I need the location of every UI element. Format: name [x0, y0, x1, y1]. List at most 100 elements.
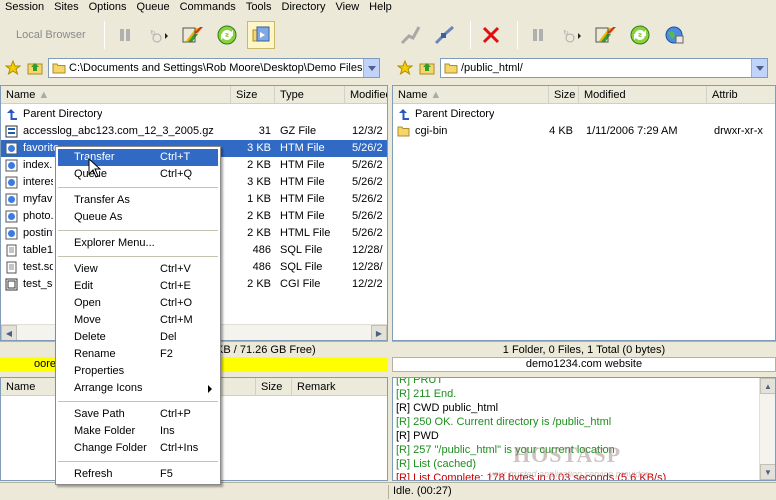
table-row[interactable]: cgi-bin 4 KB 1/11/2006 7:29 AM drwxr-xr-… — [393, 123, 775, 140]
scroll-left-icon[interactable]: ◀ — [1, 325, 17, 340]
log-vertical-scrollbar[interactable]: ▲ ▼ — [759, 378, 775, 480]
menu-item-transfer[interactable]: Transfer Ctrl+T — [58, 149, 218, 166]
svg-text:↻: ↻ — [150, 29, 156, 37]
folder-icon — [397, 126, 410, 137]
pause-icon[interactable] — [111, 21, 139, 49]
html-file-icon — [5, 176, 18, 189]
menu-item-open[interactable]: Open Ctrl+O — [58, 295, 218, 312]
menu-view[interactable]: View — [331, 0, 365, 14]
column-size[interactable]: Size — [549, 86, 579, 104]
text-file-icon — [6, 244, 17, 257]
menu-item-transfer-as[interactable]: Transfer As — [58, 192, 218, 209]
globe-icon[interactable] — [660, 21, 688, 49]
menu-queue[interactable]: Queue — [132, 0, 175, 14]
right-path-text: /public_html/ — [461, 62, 523, 74]
left-path-row: C:\Documents and Settings\Rob Moore\Desk… — [0, 56, 388, 80]
refresh-icon[interactable] — [213, 21, 241, 49]
menu-help[interactable]: Help — [364, 0, 397, 14]
scroll-up-icon[interactable]: ▲ — [760, 378, 775, 394]
watermark: HOSTASP — [513, 442, 622, 467]
queue-column-size[interactable]: Size — [256, 378, 292, 396]
menu-item-arrange-icons[interactable]: Arrange Icons — [58, 380, 218, 397]
favorites-star-icon[interactable] — [4, 59, 22, 77]
archive-file-icon — [5, 125, 18, 138]
folder-sync-icon[interactable] — [246, 20, 275, 49]
column-name[interactable]: Name ▲ — [393, 86, 549, 104]
script-file-icon — [5, 278, 18, 291]
table-row[interactable]: Parent Directory — [1, 106, 387, 123]
column-name[interactable]: Name ▲ — [1, 86, 231, 104]
menu-separator — [58, 230, 218, 231]
menu-item-make-folder[interactable]: Make Folder Ins — [58, 423, 218, 440]
refresh-icon[interactable] — [626, 21, 654, 49]
menu-item-properties[interactable]: Properties — [58, 363, 218, 380]
menu-separator — [58, 256, 218, 257]
scroll-down-icon[interactable]: ▼ — [760, 464, 775, 480]
menu-item-explorer-menu[interactable]: Explorer Menu... — [58, 235, 218, 252]
html-file-icon — [5, 227, 18, 240]
log-pane[interactable]: [R] PRUT [R] 211 End. [R] CWD public_htm… — [392, 377, 776, 481]
transfer-colors-icon[interactable] — [592, 21, 620, 49]
favorites-star-icon[interactable] — [396, 59, 414, 77]
parent-directory-icon — [7, 109, 17, 120]
menu-separator — [58, 187, 218, 188]
menu-tools[interactable]: Tools — [241, 0, 277, 14]
table-row[interactable]: Parent Directory — [393, 106, 775, 123]
menu-item-move[interactable]: Move Ctrl+M — [58, 312, 218, 329]
menu-sites[interactable]: Sites — [49, 0, 83, 14]
column-modified[interactable]: Modified — [579, 86, 707, 104]
left-list-header: Name ▲ Size Type Modified — [1, 86, 387, 104]
menu-item-refresh[interactable]: Refresh F5 — [58, 466, 218, 483]
context-menu: Transfer Ctrl+T Queue Ctrl+Q Transfer As Q… — [55, 146, 221, 485]
abort-icon[interactable] — [477, 21, 505, 49]
right-file-list[interactable]: Name ▲ Size Modified Attrib Parent Direc… — [392, 85, 776, 341]
table-row[interactable]: accesslog_abc123.com_12_3_2005.gz 31 GZ … — [1, 123, 387, 140]
menu-item-save-path[interactable]: Save Path Ctrl+P — [58, 406, 218, 423]
svg-text:↻: ↻ — [563, 29, 569, 37]
transfer-colors-icon[interactable] — [179, 21, 207, 49]
menu-bar: Session Sites Options Queue Commands Too… — [0, 0, 776, 14]
menu-item-queue-as[interactable]: Queue As — [58, 209, 218, 226]
menu-item-edit[interactable]: Edit Ctrl+E — [58, 278, 218, 295]
menu-item-delete[interactable]: Delete Del — [58, 329, 218, 346]
menu-commands[interactable]: Commands — [175, 0, 241, 14]
local-browser-button[interactable]: Local Browser — [0, 29, 98, 41]
skip-icon[interactable]: ↻ — [558, 21, 586, 49]
queue-column-remark[interactable]: Remark — [292, 378, 387, 396]
html-file-icon — [5, 210, 18, 223]
menu-item-rename[interactable]: Rename F2 — [58, 346, 218, 363]
left-path-combo[interactable]: C:\Documents and Settings\Rob Moore\Desk… — [48, 58, 380, 78]
menu-item-view[interactable]: View Ctrl+V — [58, 261, 218, 278]
folder-icon — [52, 63, 66, 74]
skip-icon[interactable]: ↻ — [145, 21, 173, 49]
watermark-subtitle: your trusted application service provide… — [489, 469, 649, 479]
right-site-name: demo1234.com website — [392, 357, 776, 372]
html-file-icon — [5, 193, 18, 206]
toolbar-separator — [517, 20, 518, 49]
connect-icon[interactable] — [396, 21, 424, 49]
left-path-text: C:\Documents and Settings\Rob Moore\Desk… — [69, 62, 363, 74]
left-status-text: KB / 71.26 GB Free) — [216, 344, 316, 356]
menu-directory[interactable]: Directory — [277, 0, 331, 14]
menu-item-change-folder[interactable]: Change Folder Ctrl+Ins — [58, 440, 218, 457]
toolbar-separator — [103, 20, 105, 49]
column-modified[interactable]: Modified — [345, 86, 387, 104]
pause-icon[interactable] — [524, 21, 552, 49]
parent-folder-icon[interactable] — [418, 59, 436, 77]
column-attrib[interactable]: Attrib — [707, 86, 775, 104]
html-file-icon — [5, 142, 18, 155]
text-file-icon — [6, 261, 17, 274]
menu-options[interactable]: Options — [84, 0, 132, 14]
right-path-row: /public_html/ — [392, 56, 776, 80]
column-size[interactable]: Size — [231, 86, 275, 104]
parent-directory-icon — [399, 109, 409, 120]
right-path-combo[interactable]: /public_html/ — [440, 58, 768, 78]
column-type[interactable]: Type — [275, 86, 345, 104]
disconnect-icon[interactable] — [430, 21, 458, 49]
menu-session[interactable]: Session — [0, 0, 49, 14]
chevron-down-icon[interactable] — [363, 59, 379, 77]
chevron-down-icon[interactable] — [751, 59, 767, 77]
scroll-right-icon[interactable]: ▶ — [371, 325, 387, 340]
menu-item-queue[interactable]: Queue Ctrl+Q — [58, 166, 218, 183]
parent-folder-icon[interactable] — [26, 59, 44, 77]
